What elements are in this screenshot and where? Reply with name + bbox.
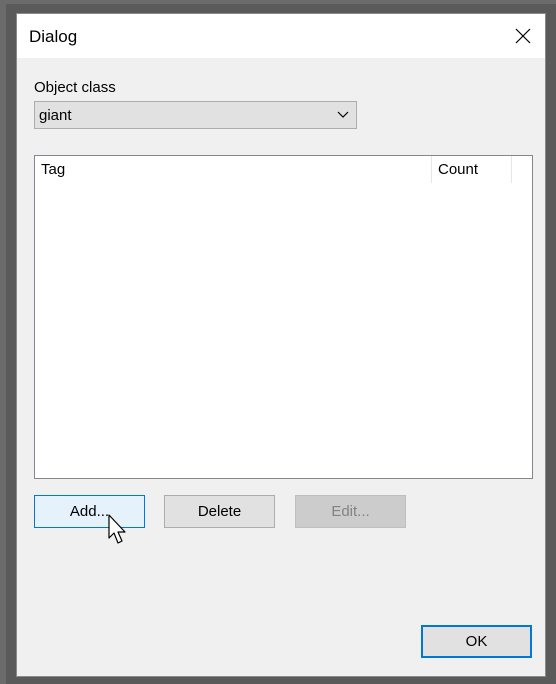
object-class-value: giant <box>39 107 72 124</box>
dialog-window: Dialog Object class giant Tag Count Add.… <box>16 13 546 677</box>
close-button[interactable] <box>501 14 545 58</box>
tag-list[interactable]: Tag Count <box>34 155 533 479</box>
add-button[interactable]: Add... <box>34 495 145 528</box>
ok-button[interactable]: OK <box>421 625 532 658</box>
chevron-down-icon <box>337 111 349 118</box>
dialog-title: Dialog <box>29 27 78 46</box>
title-bar: Dialog <box>17 14 545 58</box>
object-class-label: Object class <box>34 79 116 96</box>
tag-list-header: Tag Count <box>35 156 532 183</box>
delete-button[interactable]: Delete <box>164 495 275 528</box>
column-header-tag[interactable]: Tag <box>35 156 432 183</box>
close-icon <box>515 28 531 44</box>
edit-button[interactable]: Edit... <box>295 495 406 528</box>
object-class-dropdown[interactable]: giant <box>34 101 357 129</box>
column-header-count[interactable]: Count <box>432 156 512 183</box>
